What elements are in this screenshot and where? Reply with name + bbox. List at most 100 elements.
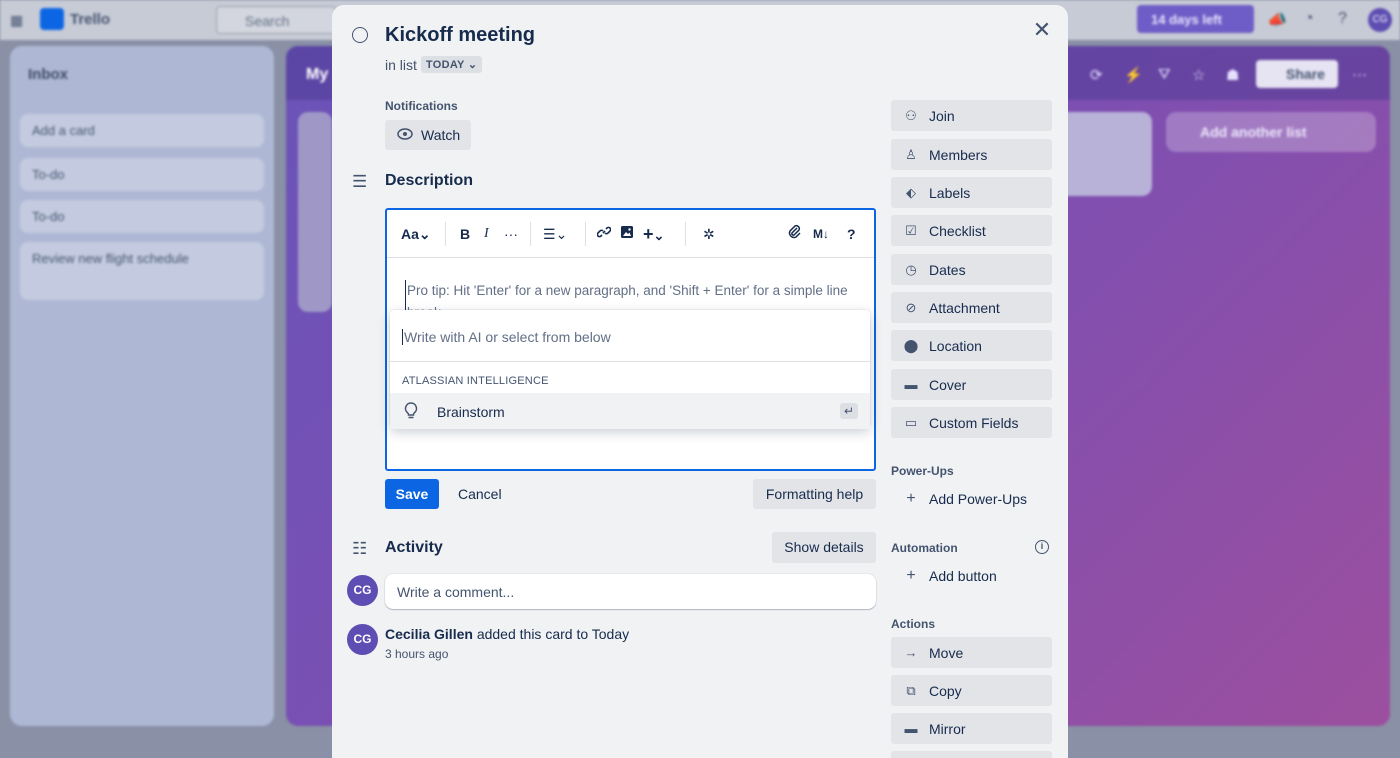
link-icon[interactable] xyxy=(596,224,612,244)
watch-button[interactable]: Watch xyxy=(385,120,471,150)
add-powerups-button[interactable]: + Add Power-Ups xyxy=(891,483,1027,514)
attachment-icon[interactable] xyxy=(787,224,801,244)
starter-guide-list[interactable] xyxy=(298,112,332,312)
activity-timestamp[interactable]: 3 hours ago xyxy=(385,647,448,661)
ai-popup-divider xyxy=(390,361,870,362)
help-icon[interactable]: ? xyxy=(847,224,856,244)
person-icon: ♙ xyxy=(905,146,917,162)
join-icon: ⚇ xyxy=(905,107,917,123)
board-menu-icon[interactable]: ⟳ xyxy=(1090,66,1103,84)
activity-user[interactable]: Cecilia Gillen xyxy=(385,626,473,642)
automation-icon[interactable]: ⚡ xyxy=(1124,66,1143,84)
inbox-card[interactable]: Review new flight schedule xyxy=(20,242,264,300)
checklist-button[interactable]: ☑ Checklist xyxy=(891,215,1052,246)
board-list[interactable] xyxy=(1064,112,1152,196)
join-button[interactable]: ⚇ Join xyxy=(891,100,1052,131)
enter-key-icon: ↵ xyxy=(840,403,858,419)
inbox-card[interactable]: To-do xyxy=(20,158,264,191)
filter-icon[interactable]: ⛛ xyxy=(1158,66,1171,83)
complete-circle-icon[interactable] xyxy=(352,27,368,43)
ai-menu-item-brainstorm[interactable]: Brainstorm ↵ xyxy=(390,393,870,429)
text-style-button[interactable]: Aa⌄ xyxy=(401,224,431,244)
editor-toolbar: Aa⌄ B I ··· ☰⌄ +⌄ ✲ M↓ ? xyxy=(387,210,874,258)
members-button[interactable]: ♙ Members xyxy=(891,139,1052,170)
comment-input[interactable]: Write a comment... xyxy=(385,574,876,609)
actions-label: Actions xyxy=(891,617,936,631)
inbox-panel: Inbox Add a card To-do To-do Review new … xyxy=(10,46,274,726)
trial-button[interactable]: 14 days left xyxy=(1137,5,1254,33)
ai-suggestions-popup: Write with AI or select from below ATLAS… xyxy=(390,310,870,429)
megaphone-icon[interactable]: 📣 xyxy=(1267,10,1287,30)
list-name: TODAY xyxy=(425,59,465,71)
user-avatar[interactable]: CG xyxy=(1368,8,1392,32)
list-button[interactable]: ☰⌄ xyxy=(543,224,567,244)
star-icon[interactable]: ☆ xyxy=(1192,66,1205,84)
tag-icon: ⬖ xyxy=(906,184,916,200)
description-placeholder: Pro tip: Hit 'Enter' for a new paragraph… xyxy=(405,280,855,310)
cover-icon: ▬ xyxy=(904,377,918,392)
card-title[interactable]: Kickoff meeting xyxy=(385,24,535,47)
trello-logo-text: Trello xyxy=(70,11,111,28)
add-list-button[interactable]: Add another list xyxy=(1166,112,1376,152)
dates-button[interactable]: ◷ Dates xyxy=(891,254,1052,285)
toolbar-divider xyxy=(585,222,586,246)
copy-button[interactable]: ⧉ Copy xyxy=(891,675,1052,706)
close-icon[interactable]: ✕ xyxy=(1030,19,1054,43)
fields-icon: ▭ xyxy=(904,414,918,430)
custom-fields-button[interactable]: ▭ Custom Fields xyxy=(891,407,1052,438)
bell-icon[interactable]: ◔ xyxy=(1304,10,1314,28)
attachment-button[interactable]: ⊘ Attachment xyxy=(891,292,1052,323)
description-title: Description xyxy=(385,172,474,189)
lightbulb-icon xyxy=(404,402,418,420)
save-button[interactable]: Save xyxy=(385,479,439,509)
move-button[interactable]: → Move xyxy=(891,637,1052,668)
location-button[interactable]: ⬤ Location xyxy=(891,330,1052,361)
more-formatting-button[interactable]: ··· xyxy=(504,224,518,244)
help-icon[interactable]: ? xyxy=(1338,10,1347,28)
markdown-icon[interactable]: M↓ xyxy=(813,224,829,244)
mirror-button[interactable]: ▬ Mirror xyxy=(891,713,1052,744)
more-actions-button[interactable] xyxy=(891,751,1052,758)
info-icon[interactable]: i xyxy=(1035,540,1049,554)
share-button[interactable]: Share xyxy=(1256,60,1338,88)
ai-prompt-input[interactable]: Write with AI or select from below xyxy=(402,329,611,345)
description-icon: ☰ xyxy=(352,172,368,191)
in-list-prefix: in list xyxy=(385,56,417,73)
people-icon[interactable]: ☗ xyxy=(1226,66,1239,84)
more-icon[interactable]: ··· xyxy=(1352,66,1367,83)
avatar[interactable]: CG xyxy=(347,575,378,606)
image-icon[interactable] xyxy=(620,224,634,244)
notifications-label: Notifications xyxy=(385,99,458,113)
powerups-label: Power-Ups xyxy=(891,464,954,478)
clock-icon: ◷ xyxy=(905,261,917,277)
labels-button[interactable]: ⬖ Labels xyxy=(891,177,1052,208)
toolbar-divider xyxy=(530,222,531,246)
checkbox-icon: ☑ xyxy=(905,222,917,238)
list-breadcrumb: in list TODAY ⌄ xyxy=(385,56,483,73)
search-input[interactable]: Search xyxy=(216,6,336,34)
italic-button[interactable]: I xyxy=(484,224,489,244)
ai-sparkle-icon[interactable]: ✲ xyxy=(703,224,715,244)
watch-label: Watch xyxy=(421,127,461,143)
add-card-input[interactable]: Add a card xyxy=(20,114,264,147)
add-button-button[interactable]: + Add button xyxy=(891,560,996,591)
card-detail-modal: Kickoff meeting in list TODAY ⌄ ✕ Notifi… xyxy=(332,5,1068,758)
board-title[interactable]: My xyxy=(306,66,328,84)
cancel-button[interactable]: Cancel xyxy=(450,479,510,509)
plus-icon: + xyxy=(906,566,916,584)
activity-title: Activity xyxy=(385,539,443,556)
formatting-help-button[interactable]: Formatting help xyxy=(753,479,876,509)
insert-button[interactable]: +⌄ xyxy=(643,224,664,244)
activity-entry: Cecilia Gillen added this card to Today xyxy=(385,626,629,642)
toolbar-divider xyxy=(445,222,446,246)
list-dropdown[interactable]: TODAY ⌄ xyxy=(420,56,483,73)
activity-avatar[interactable]: CG xyxy=(347,624,378,655)
trello-logo-icon[interactable] xyxy=(40,8,64,30)
inbox-title: Inbox xyxy=(28,66,68,83)
ai-menu-item-label: Brainstorm xyxy=(437,404,505,420)
app-switcher-icon[interactable]: ▦ xyxy=(10,12,23,29)
show-details-button[interactable]: Show details xyxy=(772,532,876,563)
cover-button[interactable]: ▬ Cover xyxy=(891,369,1052,400)
bold-button[interactable]: B xyxy=(460,224,470,244)
inbox-card[interactable]: To-do xyxy=(20,200,264,233)
